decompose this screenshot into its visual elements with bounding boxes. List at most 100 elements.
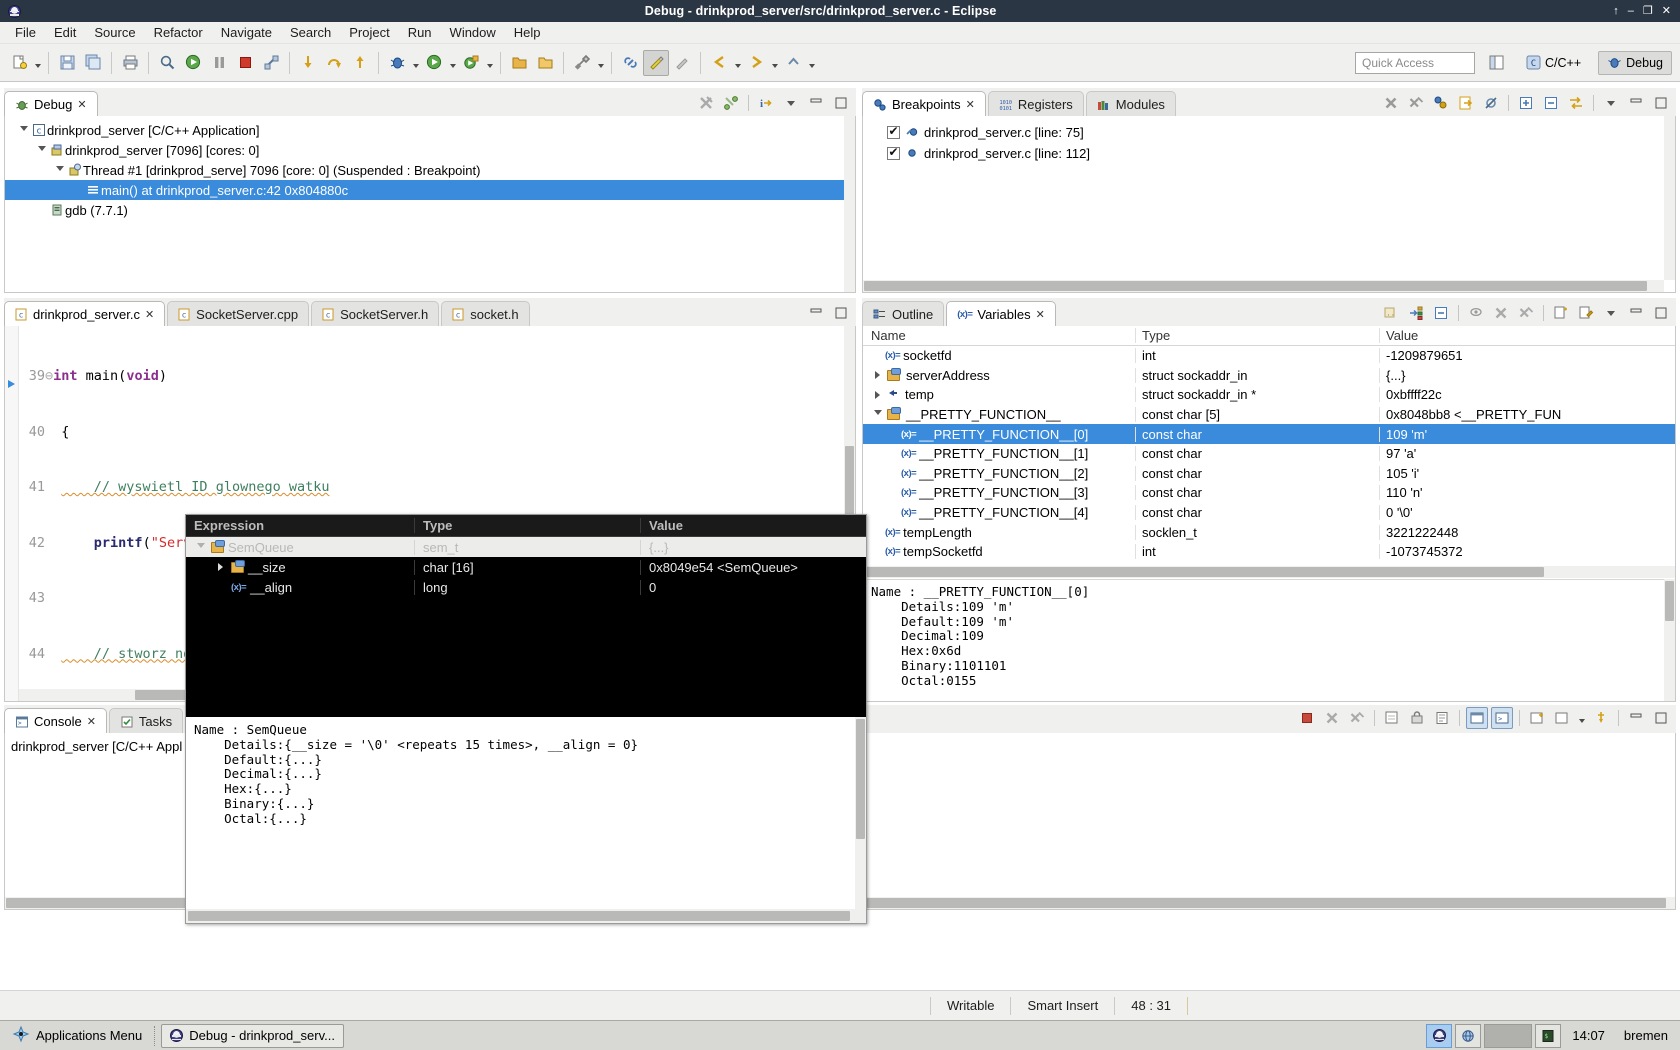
collapse-all-icon[interactable] bbox=[1540, 92, 1562, 114]
console-display-selected-icon[interactable] bbox=[1466, 707, 1488, 729]
back-icon[interactable] bbox=[706, 50, 732, 76]
tab-breakpoints[interactable]: Breakpoints ✕ bbox=[862, 91, 986, 117]
popup-detail-vscrollbar[interactable] bbox=[855, 717, 866, 909]
variable-row[interactable]: (x)=__PRETTY_FUNCTION__[3] const char 11… bbox=[863, 483, 1675, 503]
console-open-console-icon[interactable]: >_ bbox=[1491, 707, 1513, 729]
menu-project[interactable]: Project bbox=[340, 23, 398, 42]
variable-row[interactable]: (x)=socketfd int -1209879651 bbox=[863, 346, 1675, 366]
menu-help[interactable]: Help bbox=[505, 23, 550, 42]
tab-drinkprod-server-c[interactable]: c drinkprod_server.c ✕ bbox=[4, 301, 165, 327]
menu-file[interactable]: File bbox=[6, 23, 45, 42]
chevron-right-icon[interactable] bbox=[871, 391, 884, 399]
minimize-variables-icon[interactable] bbox=[1625, 302, 1647, 324]
view-menu-icon[interactable] bbox=[780, 92, 802, 114]
watch-expression-icon[interactable] bbox=[1465, 302, 1487, 324]
tab-registers[interactable]: 10100101 Registers bbox=[988, 91, 1084, 117]
external-tools-dropdown-arrow[interactable] bbox=[484, 50, 495, 76]
open-folder2-icon[interactable] bbox=[532, 50, 558, 76]
chevron-down-icon[interactable] bbox=[17, 126, 30, 135]
console-pin-icon[interactable] bbox=[1431, 707, 1453, 729]
run-last-tool-icon[interactable] bbox=[180, 50, 206, 76]
prev-annotation-dropdown-arrow[interactable] bbox=[806, 50, 817, 76]
menu-refactor[interactable]: Refactor bbox=[145, 23, 212, 42]
debug-tree[interactable]: c drinkprod_server [C/C++ Application] d… bbox=[4, 116, 856, 293]
minimize-breakpoints-icon[interactable] bbox=[1625, 92, 1647, 114]
run-icon[interactable] bbox=[421, 50, 447, 76]
print-icon[interactable] bbox=[117, 50, 143, 76]
column-header-type[interactable]: Type bbox=[1135, 328, 1379, 343]
column-header-name[interactable]: Name bbox=[863, 328, 1135, 343]
variable-row[interactable]: (x)=__PRETTY_FUNCTION__[2] const char 10… bbox=[863, 464, 1675, 484]
back-dropdown-arrow[interactable] bbox=[732, 50, 743, 76]
disconnect-icon[interactable] bbox=[258, 50, 284, 76]
tab-variables-close-icon[interactable]: ✕ bbox=[1036, 308, 1045, 321]
menu-source[interactable]: Source bbox=[85, 23, 144, 42]
relaunch-icon[interactable] bbox=[720, 92, 742, 114]
expand-all-icon[interactable] bbox=[1515, 92, 1537, 114]
menu-window[interactable]: Window bbox=[441, 23, 505, 42]
expression-hover-popup[interactable]: Expression Type Value SemQueue sem_t {..… bbox=[185, 514, 867, 924]
collapse-all-variables-icon[interactable] bbox=[1430, 302, 1452, 324]
debug-tree-row[interactable]: drinkprod_server [7096] [cores: 0] bbox=[5, 140, 855, 160]
popup-row-semqueue[interactable]: SemQueue sem_t {...} bbox=[186, 537, 866, 557]
debug-icon[interactable] bbox=[384, 50, 410, 76]
sort-breakpoints-icon[interactable] bbox=[1565, 92, 1587, 114]
search-icon[interactable] bbox=[154, 50, 180, 76]
variable-row-selected[interactable]: (x)=__PRETTY_FUNCTION__[0] const char 10… bbox=[863, 424, 1675, 444]
debug-dropdown-arrow[interactable] bbox=[410, 50, 421, 76]
goto-file-icon[interactable] bbox=[1455, 92, 1477, 114]
maximize-variables-icon[interactable] bbox=[1650, 302, 1672, 324]
chevron-down-icon[interactable] bbox=[194, 543, 207, 552]
show-logical-structure-icon[interactable] bbox=[1405, 302, 1427, 324]
open-perspective-icon[interactable] bbox=[1483, 50, 1509, 76]
variables-table[interactable]: (x)=socketfd int -1209879651 serverAddre… bbox=[863, 346, 1675, 566]
chevron-down-icon[interactable] bbox=[53, 166, 66, 175]
tab-debug-close-icon[interactable]: ✕ bbox=[77, 98, 86, 111]
console-lock-scroll-icon[interactable] bbox=[1406, 707, 1428, 729]
build-icon[interactable] bbox=[569, 50, 595, 76]
run-dropdown-arrow[interactable] bbox=[447, 50, 458, 76]
variable-row[interactable]: temp struct sockaddr_in * 0xbffff22c bbox=[863, 385, 1675, 405]
new-dropdown-arrow[interactable] bbox=[32, 50, 43, 76]
breakpoints-view-menu-icon[interactable] bbox=[1600, 92, 1622, 114]
popup-row-align[interactable]: (x)= __align long 0 bbox=[186, 577, 866, 597]
step-over-icon[interactable] bbox=[321, 50, 347, 76]
console-stop-icon[interactable] bbox=[1296, 707, 1318, 729]
debug-tree-row-selected[interactable]: main() at drinkprod_server.c:42 0x804880… bbox=[5, 180, 855, 200]
debug-tree-row[interactable]: c drinkprod_server [C/C++ Application] bbox=[5, 120, 855, 140]
window-close-button[interactable]: ✕ bbox=[1662, 6, 1671, 17]
tab-socket-h[interactable]: c socket.h bbox=[441, 301, 529, 327]
variable-row[interactable]: serverAddress struct sockaddr_in {...} bbox=[863, 366, 1675, 386]
chevron-down-icon[interactable] bbox=[871, 410, 884, 419]
console-clear-icon[interactable] bbox=[1381, 707, 1403, 729]
menu-search[interactable]: Search bbox=[281, 23, 340, 42]
tab-console-close-icon[interactable]: ✕ bbox=[87, 715, 96, 728]
variable-row[interactable]: (x)=tempSocketfd int -1073745372 bbox=[863, 542, 1675, 562]
tab-socketserver-h[interactable]: c SocketServer.h bbox=[311, 301, 439, 327]
right-console-hscrollbar[interactable] bbox=[863, 897, 1675, 909]
window-maximize-button[interactable]: ❐ bbox=[1643, 6, 1653, 17]
breakpoint-checkbox[interactable] bbox=[887, 147, 900, 160]
popup-hscrollbar[interactable] bbox=[186, 909, 866, 923]
console-new-icon[interactable] bbox=[1526, 707, 1548, 729]
tab-variables[interactable]: (x)= Variables ✕ bbox=[946, 301, 1056, 327]
minimize-editor-icon[interactable] bbox=[805, 302, 827, 324]
tab-close-icon[interactable]: ✕ bbox=[145, 308, 154, 321]
variable-row[interactable]: (x)=tempLength socklen_t 3221222448 bbox=[863, 522, 1675, 542]
chevron-right-icon[interactable] bbox=[871, 371, 884, 379]
applications-menu-button[interactable]: Applications Menu bbox=[4, 1024, 150, 1048]
tab-modules[interactable]: Modules bbox=[1086, 91, 1176, 117]
prev-annotation-icon[interactable] bbox=[780, 50, 806, 76]
save-icon[interactable] bbox=[54, 50, 80, 76]
tray-eclipse-icon[interactable] bbox=[1426, 1024, 1452, 1048]
breakpoints-vscrollbar[interactable] bbox=[1664, 116, 1675, 280]
window-minimize-button[interactable]: ‒ bbox=[1628, 6, 1634, 17]
marker2-icon[interactable] bbox=[669, 50, 695, 76]
forward-icon[interactable] bbox=[743, 50, 769, 76]
console-remove-all-icon[interactable] bbox=[1346, 707, 1368, 729]
remove-breakpoint-icon[interactable] bbox=[1380, 92, 1402, 114]
taskbar-window-button[interactable]: Debug - drinkprod_serv... bbox=[161, 1024, 344, 1048]
step-return-icon[interactable] bbox=[347, 50, 373, 76]
remove-all-variables-icon[interactable] bbox=[1515, 302, 1537, 324]
console-open-dropdown-icon[interactable] bbox=[1551, 707, 1573, 729]
